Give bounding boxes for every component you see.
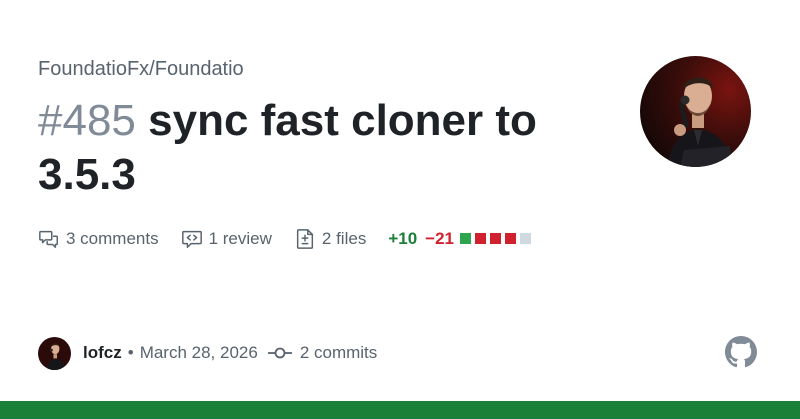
pr-footer: lofcz • March 28, 2026 2 commits [38, 336, 377, 370]
diff-block-removed [505, 233, 517, 244]
pr-stats: 3 comments 1 review 2 files +10 −21 [38, 226, 535, 252]
reviews-stat[interactable]: 1 review [181, 228, 272, 250]
diff-block-added [460, 233, 472, 244]
deletions-count: −21 [425, 229, 455, 248]
comments-stat[interactable]: 3 comments [38, 228, 159, 250]
diff-block-removed [490, 233, 502, 244]
comments-count: 3 comments [66, 229, 159, 248]
pr-number: #485 [38, 96, 136, 145]
author-avatar[interactable] [38, 336, 71, 370]
brand-bar [0, 401, 800, 419]
diff-summary: +10 −21 [388, 229, 535, 249]
diff-block-removed [475, 233, 487, 244]
additions-count: +10 [388, 229, 418, 248]
diff-block-neutral [520, 233, 532, 244]
repository-name[interactable]: FoundatioFx/Foundatio [38, 58, 244, 81]
github-mark-icon[interactable] [725, 336, 757, 368]
git-commit-icon [267, 347, 292, 359]
diff-blocks [460, 229, 535, 249]
author-name[interactable]: lofcz [83, 343, 122, 363]
reviews-count: 1 review [208, 229, 272, 248]
comment-discussion-icon [39, 230, 58, 248]
code-review-icon [181, 230, 202, 248]
files-stat[interactable]: 2 files [294, 228, 366, 250]
files-count: 2 files [321, 229, 367, 248]
pr-title: #485 sync fast cloner to 3.5.3 [38, 94, 608, 202]
pr-date: March 28, 2026 [139, 343, 258, 362]
separator-dot: • [127, 343, 134, 362]
commits-count[interactable]: 2 commits [300, 343, 377, 363]
file-diff-icon [296, 229, 313, 249]
author-avatar-large [640, 56, 751, 167]
